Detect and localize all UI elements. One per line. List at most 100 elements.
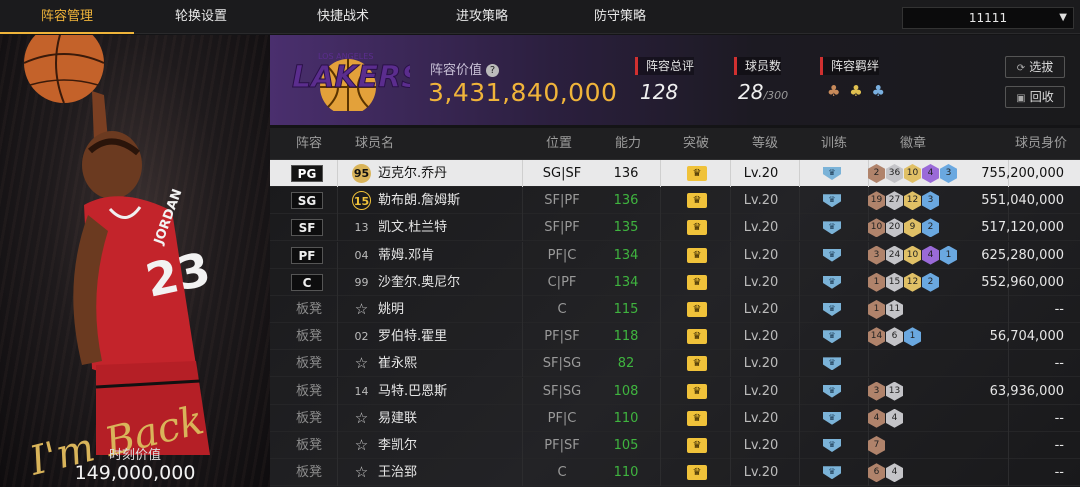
badge-list[interactable]: 3 13 <box>868 381 904 401</box>
table-row[interactable]: 板凳 ☆ 王治郅 C 110 ♛ Lv.20 ♛ 6 4 -- <box>270 459 1080 487</box>
training-shield-icon[interactable]: ♛ <box>823 439 841 452</box>
training-shield-icon[interactable]: ♛ <box>823 330 841 344</box>
table-row[interactable]: 板凳 14 马特.巴恩斯 SF|SG 108 ♛ Lv.20 ♛ 3 13 63,936,000 <box>270 377 1080 405</box>
lineup-bond-icons[interactable]: ♣ ♣ ♣ <box>827 82 889 100</box>
training-shield-icon[interactable]: ♛ <box>823 194 841 208</box>
training-shield-icon[interactable]: ♛ <box>823 248 841 262</box>
table-row[interactable]: SG 15 勒布朗.詹姆斯 SF|PF 136 ♛ Lv.20 ♛ 19 27 12 3 551,040… <box>270 187 1080 215</box>
badge-count-icon: 2 <box>868 164 885 183</box>
recycle-button[interactable]: ▣ 回收 <box>1005 86 1065 108</box>
jersey-number: 99 <box>354 275 369 289</box>
table-row[interactable]: 板凳 ☆ 李凯尔 PF|SF 105 ♛ Lv.20 ♛ 7 -- <box>270 432 1080 459</box>
column-divider <box>337 187 338 215</box>
breakthrough-crown-icon[interactable]: ♛ <box>687 220 707 236</box>
player-name[interactable]: 王治郅 <box>378 459 417 486</box>
breakthrough-crown-icon[interactable]: ♛ <box>687 193 707 209</box>
badge-list[interactable]: 44 <box>868 408 904 428</box>
header-training: 训练 <box>821 136 848 151</box>
player-value: 551,040,000 <box>981 193 1064 209</box>
breakthrough-crown-icon[interactable]: ♛ <box>687 274 707 290</box>
badge-list[interactable]: 1 11 <box>868 300 904 319</box>
table-row[interactable]: PF 04 蒂姆.邓肯 PF|C 134 ♛ Lv.20 ♛ 3 24 10 4 1 625,280,00… <box>270 241 1080 269</box>
training-shield-icon[interactable]: ♛ <box>823 275 841 289</box>
player-value: -- <box>1054 302 1064 317</box>
table-row[interactable]: 板凳 02 罗伯特.霍里 PF|SF 118 ♛ Lv.20 ♛ 14 6 1 56,704,000 <box>270 323 1080 351</box>
player-name[interactable]: 李凯尔 <box>378 432 417 459</box>
player-name[interactable]: 易建联 <box>378 405 417 432</box>
training-shield-icon[interactable]: ♛ <box>823 357 841 371</box>
moment-value-label: 时刻价值 <box>108 448 161 463</box>
badge-list[interactable]: 64 <box>868 463 904 483</box>
select-button[interactable]: ⟳ 选拔 <box>1005 56 1065 78</box>
player-name[interactable]: 姚明 <box>378 296 404 323</box>
player-name[interactable]: 沙奎尔.奥尼尔 <box>378 269 460 296</box>
slot-label: 板凳 <box>296 302 323 317</box>
star-icon: ☆ <box>354 300 369 318</box>
jersey-number: 13 <box>354 221 369 235</box>
badge-count-icon: 4 <box>868 408 885 428</box>
header-badges: 徽章 <box>900 136 927 151</box>
breakthrough-crown-icon[interactable]: ♛ <box>687 166 707 181</box>
player-ability: 82 <box>617 356 635 372</box>
training-shield-icon[interactable]: ♛ <box>823 411 841 425</box>
player-value: -- <box>1054 356 1064 372</box>
player-ability: 110 <box>613 410 639 426</box>
breakthrough-crown-icon[interactable]: ♛ <box>687 383 707 399</box>
slot-label: 板凳 <box>296 329 323 345</box>
badge-list[interactable]: 1 15 12 2 <box>868 272 940 292</box>
badge-list[interactable]: 3 24 10 4 1 <box>868 245 958 265</box>
breakthrough-crown-icon[interactable]: ♛ <box>687 410 707 426</box>
training-shield-icon[interactable]: ♛ <box>823 221 841 235</box>
breakthrough-crown-icon[interactable]: ♛ <box>687 247 707 263</box>
player-name[interactable]: 崔永熙 <box>378 350 417 377</box>
badge-count-icon: 24 <box>886 245 903 265</box>
player-name[interactable]: 迈克尔.乔丹 <box>378 160 447 187</box>
svg-text:LAKERS: LAKERS <box>292 60 410 95</box>
badge-list[interactable]: 19 27 12 3 <box>868 191 940 211</box>
breakthrough-crown-icon[interactable]: ♛ <box>687 302 707 317</box>
tab-defense-strategy[interactable]: 防守策略 <box>553 0 687 34</box>
moment-value: 149,000,000 <box>74 462 196 484</box>
tab-lineup-management[interactable]: 阵容管理 <box>0 0 134 34</box>
badge-list[interactable]: 7 <box>868 436 886 455</box>
player-name[interactable]: 蒂姆.邓肯 <box>378 242 434 269</box>
table-row[interactable]: SF 13 凯文.杜兰特 SF|PF 135 ♛ Lv.20 ♛ 10 20 9 2 517,120,0… <box>270 214 1080 242</box>
server-select[interactable]: 11111 ▼ <box>902 7 1074 29</box>
training-shield-icon[interactable]: ♛ <box>823 384 841 398</box>
badge-list[interactable]: 10 20 9 2 <box>868 218 940 238</box>
badge-list[interactable]: 14 6 1 <box>868 327 922 347</box>
table-row[interactable]: PG 95 迈克尔.乔丹 SG|SF 136 ♛ Lv.20 ♛ 2 36 10 4 3 755,200,… <box>270 160 1080 187</box>
breakthrough-crown-icon[interactable]: ♛ <box>687 329 707 345</box>
breakthrough-crown-icon[interactable]: ♛ <box>687 438 707 453</box>
breakthrough-crown-icon[interactable]: ♛ <box>687 465 707 481</box>
badge-count-icon: 36 <box>886 164 903 183</box>
column-divider <box>799 404 800 432</box>
table-row[interactable]: 板凳 ☆ 易建联 PF|C 110 ♛ Lv.20 ♛ 4 4 -- <box>270 404 1080 432</box>
player-name[interactable]: 罗伯特.霍里 <box>378 323 447 350</box>
bond-blue-icon: ♣ <box>871 82 885 100</box>
table-row[interactable]: 板凳 ☆ 崔永熙 SF|SG 82 ♛ Lv.20 ♛ -- <box>270 350 1080 378</box>
badge-count-icon: 4 <box>886 463 903 483</box>
breakthrough-crown-icon[interactable]: ♛ <box>687 356 707 372</box>
player-count-max: /300 <box>763 89 789 102</box>
player-name[interactable]: 勒布朗.詹姆斯 <box>378 187 460 214</box>
training-shield-icon[interactable]: ♛ <box>823 466 841 480</box>
badge-count-icon: 6 <box>886 327 903 347</box>
badge-count-icon: 20 <box>886 218 903 238</box>
help-icon[interactable]: ? <box>486 64 500 77</box>
badge-count-icon: 3 <box>868 381 885 401</box>
player-name[interactable]: 凯文.杜兰特 <box>378 214 447 241</box>
badge-list[interactable]: 2 36 10 4 3 <box>868 164 958 183</box>
table-row[interactable]: 板凳 ☆ 姚明 C 115 ♛ Lv.20 ♛ 1 11 -- <box>270 296 1080 323</box>
player-value: 56,704,000 <box>989 329 1064 345</box>
player-moment-card[interactable]: 23 JORDAN I'm Back 时刻价值 149,000,000 <box>0 35 270 487</box>
table-row[interactable]: C 99 沙奎尔.奥尼尔 C|PF 134 ♛ Lv.20 ♛ 1 15 12 2 552,960,00… <box>270 268 1080 296</box>
slot-label: 板凳 <box>296 410 323 426</box>
slot-position-badge: PG <box>291 165 323 182</box>
tab-rotation-settings[interactable]: 轮换设置 <box>134 0 268 34</box>
tab-quick-tactics[interactable]: 快捷战术 <box>276 0 410 34</box>
tab-offense-strategy[interactable]: 进攻策略 <box>415 0 549 34</box>
player-name[interactable]: 马特.巴恩斯 <box>378 378 447 405</box>
training-shield-icon[interactable]: ♛ <box>823 303 841 316</box>
training-shield-icon[interactable]: ♛ <box>823 167 841 180</box>
